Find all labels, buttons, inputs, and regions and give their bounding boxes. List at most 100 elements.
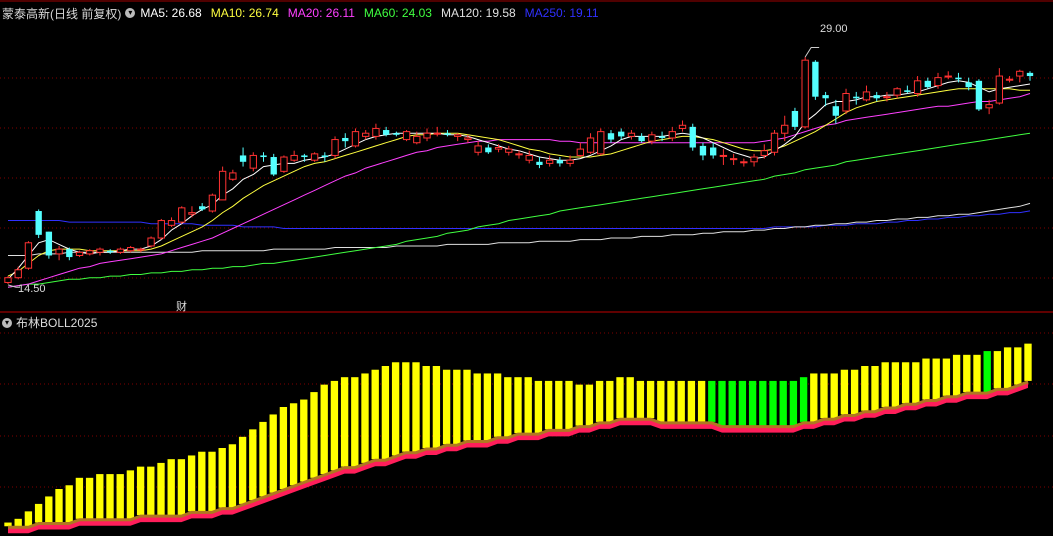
boll-bar (963, 354, 971, 393)
chevron-down-icon[interactable]: ▾ (2, 317, 12, 328)
ma10-label: MA10: 26.74 (210, 6, 279, 20)
ma60-label: MA60: 24.03 (363, 6, 432, 20)
financial-report-marker[interactable]: 财 (176, 298, 187, 314)
candle-body-up (126, 247, 135, 252)
candle-body-down (107, 250, 114, 253)
candle-body-up (290, 154, 298, 161)
candle-body-down (638, 136, 645, 142)
boll-bar (351, 377, 359, 467)
boll-bar (667, 380, 675, 422)
candle-body-up (249, 154, 257, 169)
boll-bar (840, 369, 849, 415)
boll-bar (677, 380, 685, 422)
candle-body-up (648, 134, 656, 142)
candle-body-up (985, 104, 993, 109)
candle-body-up (515, 153, 523, 156)
candle-body-down (699, 145, 707, 156)
boll-bar (289, 403, 298, 486)
boll-bar (422, 366, 430, 448)
candle-body-up (781, 124, 789, 134)
candle-body-down (556, 160, 564, 164)
boll-bar (871, 366, 879, 411)
boll-bar (1003, 347, 1012, 389)
candle-body-up (842, 93, 850, 112)
boll-bar (993, 351, 1002, 389)
boll-bar (759, 380, 767, 426)
candle-body-up (331, 139, 339, 156)
candle-body-up (883, 96, 891, 99)
boll-bar (636, 380, 645, 419)
boll-bar (65, 485, 73, 523)
chart-stage (0, 0, 1053, 534)
boll-bar (595, 380, 604, 422)
candle-body-up (280, 156, 288, 172)
boll-bar (187, 455, 196, 512)
boll-bar (259, 421, 267, 497)
boll-bar (616, 377, 624, 419)
boll-bar (779, 380, 787, 426)
candle-body-up (586, 137, 595, 153)
boll-bar (340, 377, 349, 467)
boll-bar (687, 380, 696, 422)
boll-bar (381, 366, 390, 460)
boll-bar (463, 369, 471, 441)
candle-body-up (464, 137, 472, 141)
candle-body-up (1005, 78, 1014, 81)
candle-body-up (372, 127, 380, 137)
boll-bar (473, 373, 481, 441)
boll-bar (24, 511, 33, 527)
boll-bar (810, 373, 818, 422)
low-price-label: 14.50 (18, 283, 46, 295)
candle-body-down (975, 80, 983, 110)
boll-bar (157, 462, 165, 516)
high-price-label: 29.00 (820, 23, 848, 35)
candle-body-down (832, 106, 839, 116)
candle-body-up (719, 154, 728, 157)
boll-bar (361, 373, 369, 463)
candle-body-up (934, 77, 942, 87)
boll-bar (96, 474, 104, 519)
boll-bar (718, 380, 726, 426)
candle-body-up (362, 132, 370, 137)
candle-body-down (536, 161, 543, 165)
candle-body-down (485, 147, 492, 153)
boll-bar (147, 466, 155, 516)
boll-bar (167, 459, 175, 516)
boll-bar (238, 436, 247, 504)
candle-body-up (801, 59, 809, 128)
boll-bar (504, 377, 512, 437)
candle-body-up (4, 277, 12, 283)
candle-body-down (301, 155, 308, 158)
boll-bar (75, 477, 84, 519)
boll-bar (14, 518, 22, 527)
boll-bar (891, 362, 900, 407)
ma20-label: MA20: 26.11 (287, 6, 355, 20)
boll-bar (799, 377, 808, 422)
boll-bar (565, 380, 573, 430)
candle-body-up (494, 147, 503, 150)
boll-bar (218, 448, 226, 508)
candle-body-up (167, 220, 176, 226)
candle-body-down (342, 137, 349, 142)
boll-bar (697, 380, 706, 422)
boll-bar (310, 392, 318, 478)
candle-body-down (444, 133, 451, 135)
boll-bar (728, 380, 736, 426)
candle-body-up (24, 242, 33, 269)
chevron-down-icon[interactable]: ▾ (125, 8, 136, 18)
boll-bar (942, 358, 951, 396)
candle-body-down (618, 131, 625, 137)
ma5-label: MA5: 26.68 (140, 6, 202, 20)
candle-body-up (474, 145, 482, 153)
boll-bar (269, 414, 277, 493)
candle-body-up (413, 135, 421, 144)
candle-body-up (351, 131, 360, 147)
boll-bar (850, 369, 859, 415)
candle-body-up (893, 88, 901, 96)
candle-body-up (627, 132, 636, 137)
candle-body-down (607, 133, 615, 140)
boll-bar (922, 358, 930, 400)
candle-body-up (116, 248, 125, 253)
boll-bar (177, 459, 186, 516)
boll-bar (442, 369, 451, 445)
